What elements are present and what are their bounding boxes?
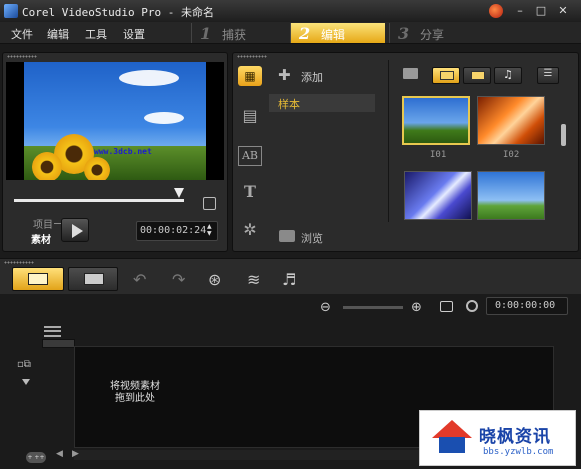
timeline-icon (84, 273, 104, 285)
menu-bar: 文件 编辑 工具 设置 1 捕获 2 编辑 3 分享 (0, 22, 581, 44)
tab-capture[interactable]: 1 捕获 (191, 23, 286, 43)
scrubber-handle[interactable] (173, 188, 184, 198)
duration-clock-icon (466, 300, 478, 312)
add-folder-button[interactable]: 添加 (301, 69, 323, 85)
mode-clip-label[interactable]: 素材 (31, 231, 51, 246)
scroll-right-icon[interactable]: ▶ (72, 449, 79, 459)
minimize-button[interactable]: – (512, 3, 528, 19)
auto-music-icon[interactable]: ♬ (282, 270, 296, 289)
filter-audio-button[interactable]: ♫ (494, 67, 522, 84)
track-manager-icon[interactable] (44, 326, 61, 337)
photo-icon (471, 71, 485, 80)
cloud-shape (119, 70, 179, 86)
corel-logo-icon[interactable] (489, 4, 503, 18)
close-button[interactable]: ✕ (555, 3, 571, 19)
enlarge-preview-icon[interactable] (203, 197, 216, 210)
timecode-field[interactable]: 00:00:02:24 (136, 221, 218, 241)
preview-frame-image: www.3dcb.net (24, 62, 206, 180)
zoom-in-icon[interactable]: ⊕ (411, 300, 422, 315)
title-ab-icon[interactable]: AB (238, 146, 262, 166)
preview-window: www.3dcb.net (6, 62, 224, 180)
timecode-spinner-icon[interactable]: ▲ ▼ (207, 223, 212, 237)
timeline-ruler[interactable] (42, 339, 75, 348)
drop-hint-text: 将视频素材拖到此处 (110, 381, 160, 404)
filmstrip-icon (28, 273, 48, 285)
sunflower-shape (84, 157, 110, 180)
browse-button[interactable]: 浏览 (301, 230, 323, 246)
preview-watermark: www.3dcb.net (94, 147, 152, 156)
step-label: 捕获 (222, 28, 247, 42)
folder-open-icon[interactable] (403, 68, 418, 79)
cloud-shape (144, 112, 184, 124)
undo-icon[interactable]: ↶ (133, 270, 146, 289)
scroll-left-icon[interactable]: ◀ (56, 449, 63, 459)
menu-tools[interactable]: 工具 (85, 26, 107, 42)
tab-share[interactable]: 3 分享 (389, 23, 484, 43)
step-label: 分享 (420, 28, 445, 42)
house-logo-icon (432, 420, 472, 438)
project-duration-field: 0:00:00:00 (486, 297, 568, 315)
add-track-button[interactable]: + ++ (26, 452, 46, 463)
library-thumbnail[interactable] (477, 171, 545, 220)
sunflower-shape (32, 152, 62, 180)
house-logo-body (439, 437, 465, 453)
scrubber-track[interactable] (14, 199, 184, 202)
redo-icon[interactable]: ↷ (172, 270, 185, 289)
menu-edit[interactable]: 编辑 (47, 26, 69, 42)
film-icon (440, 71, 454, 80)
app-icon (4, 4, 18, 18)
library-scrollbar[interactable] (561, 124, 566, 146)
step-number: 3 (398, 24, 410, 43)
maximize-button[interactable]: □ (533, 3, 549, 19)
graphics-icon[interactable]: ✲ (238, 220, 262, 240)
step-number: 2 (299, 24, 311, 43)
media-library-icon[interactable]: ▦ (238, 66, 262, 86)
play-button[interactable] (61, 218, 89, 242)
menu-settings[interactable]: 设置 (123, 26, 145, 42)
add-icon[interactable]: ✚ (278, 66, 291, 84)
folder-item-sample[interactable]: 样本 (269, 94, 375, 112)
browse-icon[interactable] (279, 230, 295, 242)
fit-to-window-icon[interactable] (440, 301, 453, 312)
library-thumbnail[interactable] (477, 96, 545, 145)
text-title-icon[interactable]: T (238, 182, 262, 202)
library-thumbnail[interactable] (402, 96, 470, 145)
sound-mixer-icon[interactable]: ≋ (247, 270, 260, 289)
chevron-down-icon[interactable] (22, 379, 30, 385)
site-watermark-badge: 晓枫资讯 bbs.yzwlb.com (419, 410, 576, 466)
badge-title: 晓枫资讯 (479, 427, 551, 447)
step-label: 编辑 (321, 28, 346, 42)
step-number: 1 (200, 24, 212, 43)
music-note-icon: ♫ (503, 68, 513, 81)
tab-edit[interactable]: 2 编辑 (290, 23, 385, 43)
menu-file[interactable]: 文件 (11, 26, 33, 42)
window-title: Corel VideoStudio Pro - 未命名 (22, 6, 214, 19)
library-category-bar: ▦ ▤ AB T ✲ (234, 60, 266, 250)
timeline-view-button[interactable] (68, 267, 118, 291)
zoom-out-icon[interactable]: ⊖ (320, 300, 331, 315)
panel-grip[interactable] (237, 55, 267, 58)
thumbnail-label: I01 (430, 150, 447, 160)
filter-photo-button[interactable] (463, 67, 491, 84)
thumbnail-label: I02 (503, 150, 520, 160)
library-thumbnail[interactable] (404, 171, 472, 220)
badge-url: bbs.yzwlb.com (483, 447, 554, 457)
library-divider (388, 60, 389, 222)
panel-grip[interactable] (7, 55, 37, 58)
record-capture-icon[interactable]: ⊛ (208, 270, 221, 289)
panel-grip[interactable] (4, 261, 34, 264)
storyboard-view-button[interactable] (12, 267, 64, 291)
track-controls-icon[interactable]: ▫⧉ (17, 359, 31, 370)
list-view-button[interactable]: ☰ (537, 67, 559, 84)
title-bar: Corel VideoStudio Pro - 未命名 – □ ✕ (0, 0, 581, 22)
mode-project-label[interactable]: 项目 (33, 216, 53, 231)
transition-icon[interactable]: ▤ (238, 106, 262, 126)
filter-video-button[interactable] (432, 67, 460, 84)
zoom-slider[interactable] (343, 306, 403, 309)
